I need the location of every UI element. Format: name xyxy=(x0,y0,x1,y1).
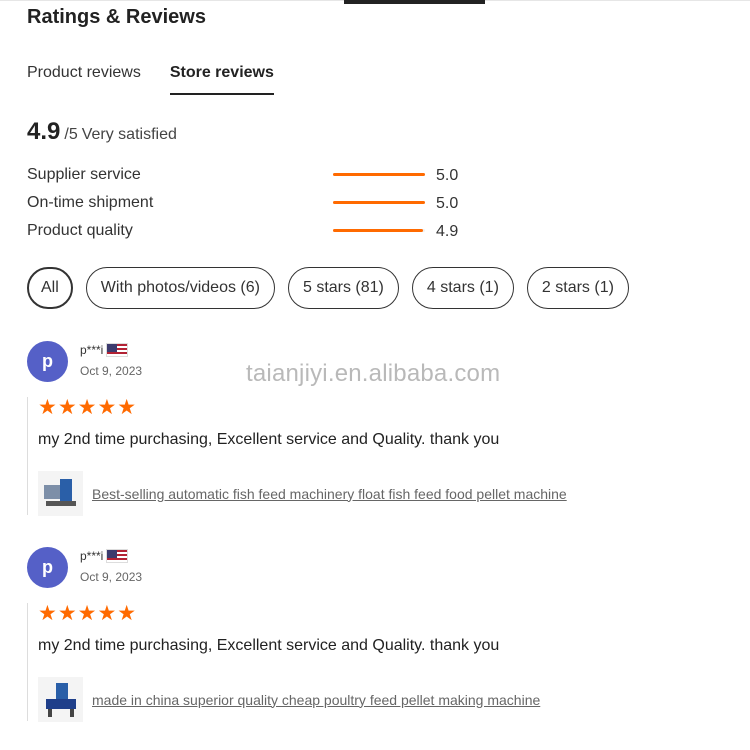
review-filters: All With photos/videos (6) 5 stars (81) … xyxy=(27,267,642,309)
avatar: p xyxy=(27,547,68,588)
metric-product-quality: Product quality 4.9 xyxy=(27,221,487,249)
section-title: Ratings & Reviews xyxy=(27,6,206,28)
reviewed-product[interactable]: made in china superior quality cheap pou… xyxy=(38,677,540,722)
filter-with-photos-videos[interactable]: With photos/videos (6) xyxy=(85,267,275,309)
metric-label: Supplier service xyxy=(27,166,141,183)
reviewer: p***i xyxy=(80,549,129,563)
us-flag-icon xyxy=(106,549,129,563)
star-rating: ★★★★★ xyxy=(38,602,138,625)
metric-value: 5.0 xyxy=(436,167,459,184)
reviewed-product[interactable]: Best-selling automatic fish feed machine… xyxy=(38,471,567,516)
filter-4-stars[interactable]: 4 stars (1) xyxy=(411,267,514,309)
product-thumbnail[interactable] xyxy=(38,677,83,722)
overall-score-max: /5 xyxy=(64,126,78,143)
review-body: ★★★★★ my 2nd time purchasing, Excellent … xyxy=(27,602,707,722)
metric-value: 5.0 xyxy=(436,195,459,212)
metric-bar-fill xyxy=(333,229,424,232)
tab-product-reviews[interactable]: Product reviews xyxy=(27,64,141,95)
metric-supplier-service: Supplier service 5.0 xyxy=(27,165,487,193)
watermark: taianjiyi.en.alibaba.com xyxy=(246,360,501,387)
overall-score: 4.9 xyxy=(27,118,61,145)
avatar: p xyxy=(27,341,68,382)
filter-2-stars[interactable]: 2 stars (1) xyxy=(526,267,629,309)
rating-metrics: Supplier service 5.0 On-time shipment 5.… xyxy=(27,165,487,249)
tab-store-reviews[interactable]: Store reviews xyxy=(169,64,274,95)
product-link[interactable]: made in china superior quality cheap pou… xyxy=(92,692,540,708)
review-text: my 2nd time purchasing, Excellent servic… xyxy=(38,431,500,448)
metric-label: Product quality xyxy=(27,222,133,239)
review-date: Oct 9, 2023 xyxy=(80,364,143,378)
star-rating: ★★★★★ xyxy=(38,396,138,419)
metric-bar xyxy=(333,201,425,204)
metric-bar-fill xyxy=(333,173,425,176)
metric-label: On-time shipment xyxy=(27,194,154,211)
reviewer: p***i xyxy=(80,343,129,357)
metric-on-time-shipment: On-time shipment 5.0 xyxy=(27,193,487,221)
reviewer-name: p***i xyxy=(80,343,104,357)
metric-bar xyxy=(333,173,425,176)
product-thumbnail[interactable] xyxy=(38,471,83,516)
review-tabs: Product reviews Store reviews xyxy=(27,64,303,95)
metric-bar xyxy=(333,229,425,232)
overall-score-description: Very satisfied xyxy=(81,126,177,143)
filter-all[interactable]: All xyxy=(27,267,73,309)
review-text: my 2nd time purchasing, Excellent servic… xyxy=(38,637,500,654)
review-date: Oct 9, 2023 xyxy=(80,570,143,584)
filter-5-stars[interactable]: 5 stars (81) xyxy=(287,267,399,309)
us-flag-icon xyxy=(106,343,129,357)
metric-value: 4.9 xyxy=(436,223,459,240)
reviewer-name: p***i xyxy=(80,549,104,563)
product-link[interactable]: Best-selling automatic fish feed machine… xyxy=(92,486,567,502)
top-tab-indicator xyxy=(344,0,485,4)
overall-rating: 4.9 /5 Very satisfied xyxy=(27,118,177,146)
review-body: ★★★★★ my 2nd time purchasing, Excellent … xyxy=(27,396,707,516)
metric-bar-fill xyxy=(333,201,425,204)
